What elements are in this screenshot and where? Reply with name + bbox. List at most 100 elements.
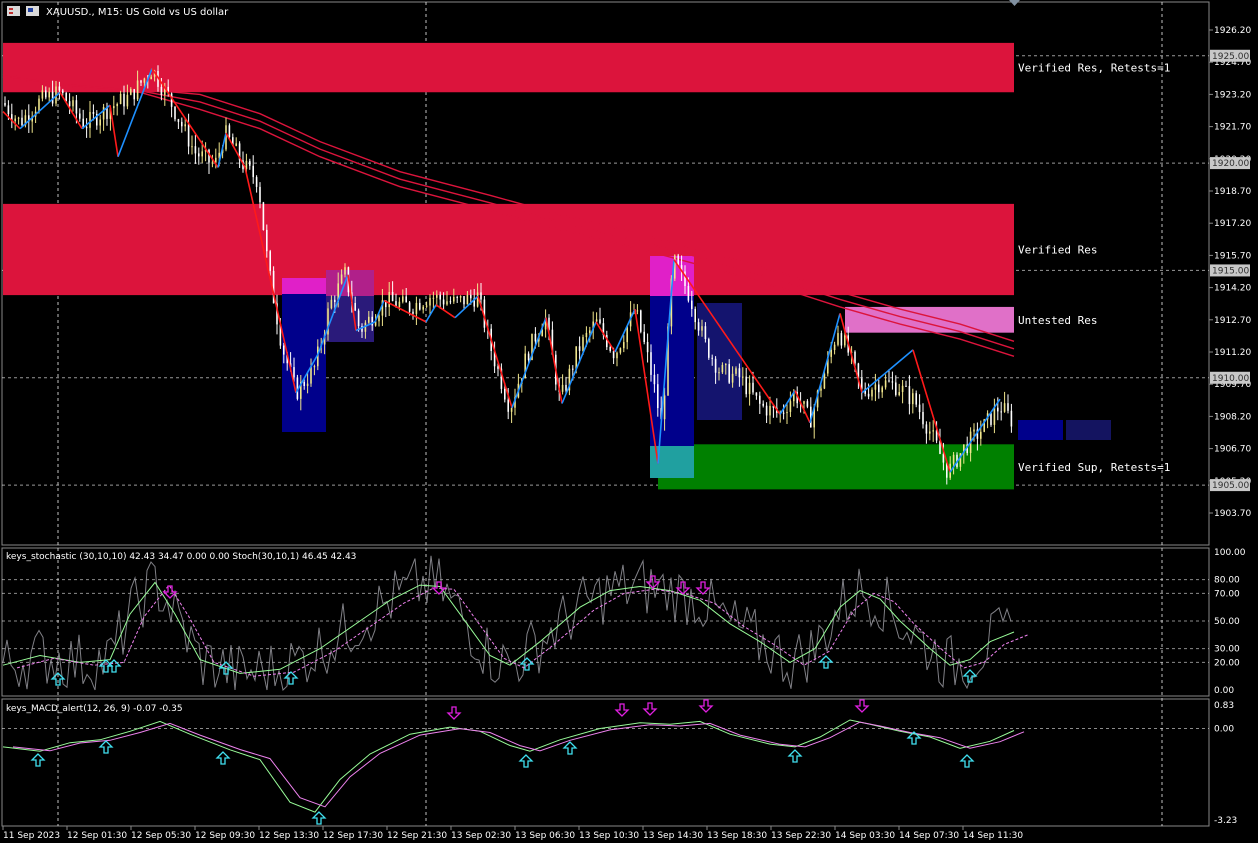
stoch-up-arrow-icon-5: [519, 657, 535, 671]
candle-body-103: [354, 303, 356, 311]
stoch-up-arrow-icon-2: [106, 659, 122, 673]
candle-body-89: [306, 383, 309, 386]
candle-body-132: [453, 296, 455, 302]
candle-body-73: [252, 165, 254, 178]
price-tick-label-5: 1918.70: [1214, 187, 1251, 197]
zigzag-seg-22: [545, 317, 563, 404]
session-box-9: [1066, 420, 1111, 440]
candle-body-54: [187, 124, 190, 147]
zigzag-seg-24: [595, 321, 616, 353]
macd-down-arrow-icon-4: [854, 699, 870, 713]
session-box-7: [697, 303, 742, 420]
candle-body-189: [646, 342, 649, 353]
candle-body-20: [72, 100, 74, 107]
candle-body-43: [150, 76, 152, 80]
time-tick-label-14: 14 Sep 07:30: [899, 831, 959, 841]
candle-body-276: [942, 453, 945, 463]
candle-body-12: [45, 90, 47, 98]
zone-label-1: Verified Res: [1018, 243, 1097, 256]
candle-body-291: [993, 407, 996, 425]
stoch-up-arrow-icon-4: [283, 671, 299, 685]
macd-up-arrow-icon-0: [30, 753, 46, 767]
candle-body-167: [572, 368, 574, 370]
candle-body-36: [126, 94, 129, 107]
candle-body-23: [82, 118, 84, 128]
candle-body-127: [436, 294, 438, 298]
candle-body-10: [38, 98, 40, 112]
trading-chart[interactable]: Verified Res, Retests=1 Verified Res Untes…: [0, 0, 1258, 843]
price-tick-label-9: 1912.70: [1214, 316, 1251, 326]
candle-body-191: [653, 374, 656, 385]
time-tick-label-7: 13 Sep 02:30: [451, 831, 511, 841]
stoch-down-arrow-icon-4: [695, 581, 711, 595]
candle-body-204: [697, 322, 700, 331]
candle-body-110: [378, 315, 380, 322]
candle-body-37: [130, 89, 132, 95]
candle-body-53: [184, 124, 186, 127]
candle-body-244: [833, 344, 836, 350]
candle-body-181: [619, 348, 622, 353]
candle-body-171: [585, 332, 588, 338]
candle-body-268: [915, 393, 917, 405]
candle-body-209: [714, 358, 717, 373]
time-tick-label-4: 12 Sep 13:30: [259, 831, 319, 841]
stoch-tick-label-6: 0.00: [1214, 686, 1234, 696]
candle-body-134: [459, 296, 462, 298]
candle-body-222: [759, 395, 761, 404]
scroll-marker-icon[interactable]: [1009, 0, 1020, 6]
candle-body-0: [4, 103, 6, 106]
chart-title: XAUUSD., M15: US Gold vs US dollar: [46, 7, 229, 18]
zone-labels: Verified Res, Retests=1 Verified Res Untes…: [1018, 62, 1170, 474]
candle-body-246: [840, 333, 843, 346]
zigzag-seg-23: [561, 321, 597, 404]
candle-body-261: [891, 381, 894, 383]
candle-body-271: [925, 424, 928, 434]
candle-body-263: [898, 392, 900, 395]
candle-body-265: [905, 385, 907, 387]
candle-body-74: [255, 177, 258, 187]
title-bar: XAUUSD., M15: US Gold vs US dollar: [7, 6, 229, 18]
candle-body-243: [830, 350, 832, 357]
macd-main-line: [2, 719, 1015, 813]
macd-up-arrow-icon-2: [215, 751, 231, 765]
candle-body-116: [398, 301, 401, 307]
candle-body-117: [402, 296, 404, 302]
candle-body-126: [432, 297, 435, 299]
candle-body-66: [228, 125, 231, 138]
candle-body-11: [41, 90, 44, 99]
zone-0: [3, 42, 1014, 93]
candle-body-22: [79, 113, 81, 119]
candle-body-188: [643, 331, 645, 342]
zone-2: [845, 306, 1014, 333]
time-tick-label-10: 13 Sep 14:30: [643, 831, 703, 841]
candle-body-241: [823, 373, 826, 389]
candle-body-190: [650, 352, 652, 375]
candle-body-187: [640, 310, 642, 332]
macd-up-arrow-icon-4: [518, 754, 534, 768]
time-tick-label-9: 13 Sep 10:30: [579, 831, 639, 841]
candle-body-72: [249, 160, 251, 166]
candle-body-293: [1000, 411, 1002, 413]
candle-body-147: [504, 388, 506, 400]
price-level-label-3: 1910.00: [1212, 374, 1249, 384]
candle-body-21: [75, 100, 78, 114]
candle-body-175: [599, 319, 601, 324]
candle-body-210: [718, 372, 720, 374]
candle-body-129: [442, 299, 445, 305]
candle-body-272: [929, 431, 931, 434]
candle-body-194: [663, 395, 666, 420]
candle-body-178: [609, 347, 611, 351]
stoch-raw-line: [2, 555, 1012, 691]
time-tick-label-3: 12 Sep 09:30: [195, 831, 255, 841]
candle-body-215: [735, 368, 737, 374]
price-tick-label-13: 1906.70: [1214, 445, 1251, 455]
candle-body-219: [748, 382, 751, 395]
stoch-tick-label-0: 100.00: [1214, 548, 1246, 558]
macd-up-arrow-icon-3: [311, 811, 327, 825]
candle-body-39: [136, 80, 139, 100]
candle-body-267: [912, 393, 914, 405]
candle-body-201: [687, 286, 690, 301]
zone-label-3: Verified Sup, Retests=1: [1018, 461, 1170, 474]
macd-down-arrow-icon-2: [642, 702, 658, 716]
candle-body-90: [310, 366, 312, 384]
